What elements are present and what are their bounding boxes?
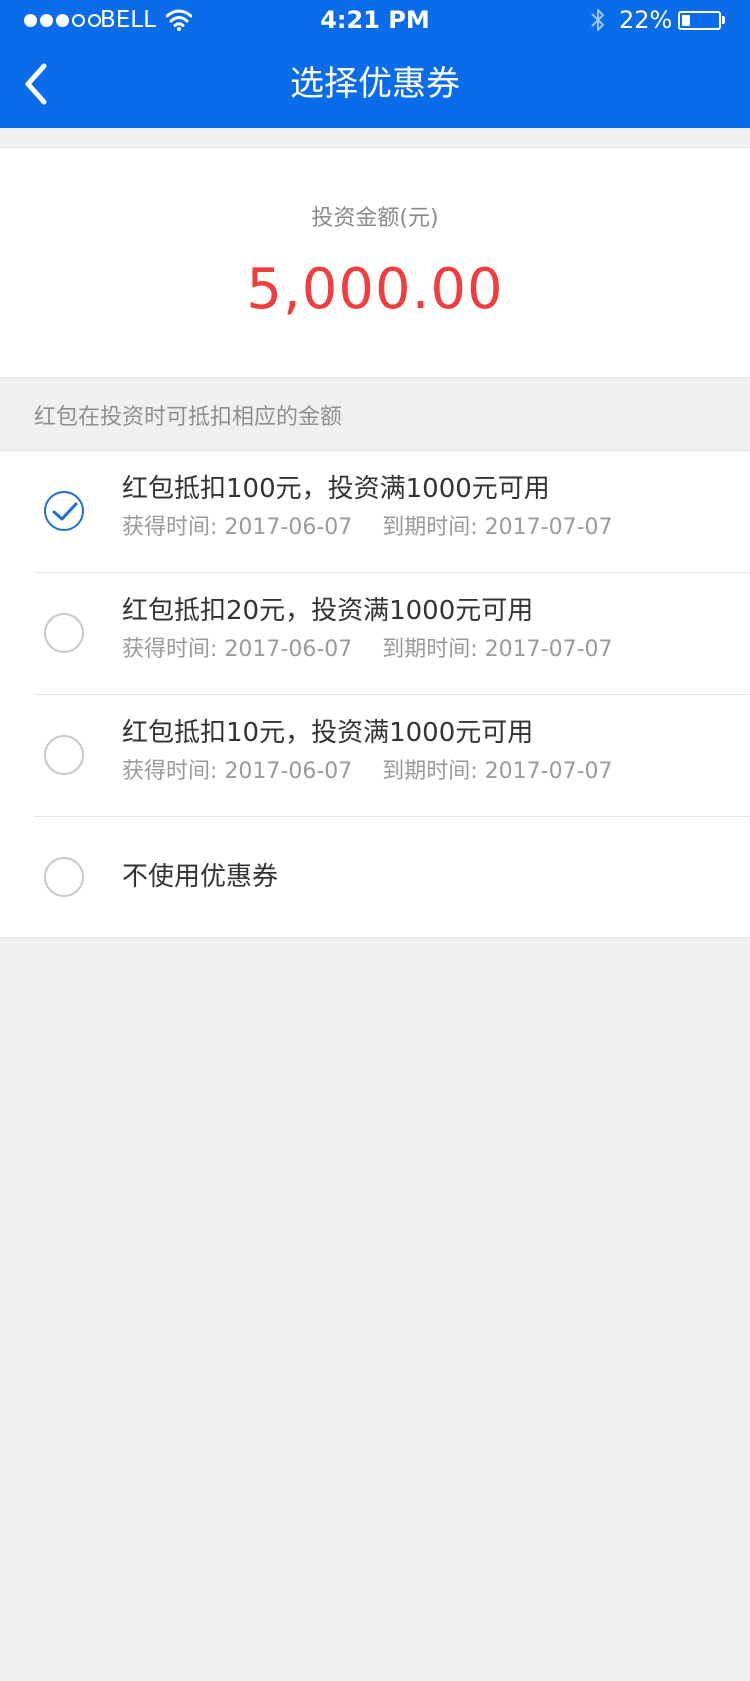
radio-unchecked-icon[interactable] <box>44 735 84 775</box>
coupon-obtained-date: 获得时间: 2017-06-07 <box>122 637 353 662</box>
coupon-title: 红包抵扣100元，投资满1000元可用 <box>122 474 550 504</box>
coupon-dates: 获得时间: 2017-06-07 到期时间: 2017-07-07 <box>122 513 613 543</box>
checkmark-icon <box>52 502 78 521</box>
coupon-option-20[interactable]: 红包抵扣20元，投资满1000元可用 获得时间: 2017-06-07 到期时间:… <box>0 573 750 695</box>
battery-cap <box>722 16 725 24</box>
investment-amount-value: 5,000.00 <box>246 257 504 322</box>
coupon-obtained-date: 获得时间: 2017-06-07 <box>122 515 353 540</box>
coupon-expire-date: 到期时间: 2017-07-07 <box>382 759 613 784</box>
coupon-hint-text: 红包在投资时可抵扣相应的金额 <box>34 405 343 430</box>
coupon-dates: 获得时间: 2017-06-07 到期时间: 2017-07-07 <box>122 635 613 665</box>
page-title: 选择优惠券 <box>290 64 460 104</box>
coupon-dates: 获得时间: 2017-06-07 到期时间: 2017-07-07 <box>122 757 613 787</box>
battery-percentage: 22% <box>619 6 673 34</box>
radio-unchecked-icon[interactable] <box>44 613 84 653</box>
status-bar: BELL 4:21 PM 22% <box>0 0 750 40</box>
header-bar: BELL 4:21 PM 22% 选择优惠券 <box>0 0 750 128</box>
radio-unchecked-icon[interactable] <box>44 857 84 897</box>
coupon-title: 红包抵扣10元，投资满1000元可用 <box>122 718 534 748</box>
radio-checked-icon[interactable] <box>44 491 84 531</box>
coupon-expire-date: 到期时间: 2017-07-07 <box>382 515 613 540</box>
no-coupon-label: 不使用优惠券 <box>122 862 279 892</box>
bluetooth-icon <box>591 9 604 31</box>
battery-icon <box>678 11 721 30</box>
coupon-obtained-date: 获得时间: 2017-06-07 <box>122 759 353 784</box>
coupon-title: 红包抵扣20元，投资满1000元可用 <box>122 596 534 626</box>
battery-level-fill <box>682 15 690 26</box>
app-root: BELL 4:21 PM 22% 选择优惠券 投资金额(元) 5,000.00 … <box>0 0 750 1681</box>
coupon-option-100[interactable]: 红包抵扣100元，投资满1000元可用 获得时间: 2017-06-07 到期时间… <box>0 451 750 573</box>
investment-amount-label: 投资金额(元) <box>311 206 439 231</box>
investment-amount-card: 投资金额(元) 5,000.00 <box>0 147 750 378</box>
coupon-option-10[interactable]: 红包抵扣10元，投资满1000元可用 获得时间: 2017-06-07 到期时间:… <box>0 695 750 817</box>
coupon-list: 红包抵扣100元，投资满1000元可用 获得时间: 2017-06-07 到期时间… <box>0 450 750 938</box>
coupon-expire-date: 到期时间: 2017-07-07 <box>382 637 613 662</box>
no-coupon-option[interactable]: 不使用优惠券 <box>0 817 750 939</box>
